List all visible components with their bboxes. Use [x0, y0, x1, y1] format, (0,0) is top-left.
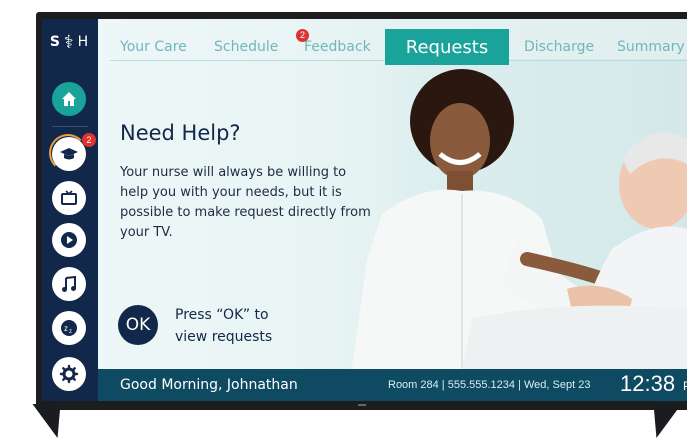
sidebar-item-sleep[interactable]: z z: [52, 311, 86, 345]
sidebar-item-music[interactable]: [52, 267, 86, 301]
svg-text:z: z: [69, 329, 72, 335]
feedback-badge: 2: [296, 29, 309, 42]
clock-time: 12:38: [620, 371, 676, 396]
help-description: Your nurse will always be willing to hel…: [120, 165, 371, 240]
brand-logo: S ⚕ H: [42, 19, 98, 65]
ok-instruction: Press “OK” to view requests: [175, 307, 273, 345]
tab-discharge[interactable]: Discharge: [524, 39, 594, 55]
greeting-text: Good Morning, Johnathan: [120, 377, 298, 393]
sidebar-item-video[interactable]: [52, 223, 86, 257]
sidebar-divider: [52, 126, 88, 127]
tab-summary[interactable]: Summary: [617, 39, 685, 55]
sidebar-item-education[interactable]: 2: [49, 133, 96, 172]
tv-icon: [61, 190, 77, 205]
brand-letter-h: H: [77, 34, 91, 50]
clock-ampm: PM: [683, 379, 687, 393]
brand-letter-s: S: [49, 34, 62, 50]
top-navigation: Your Care Schedule Feedback 2 Requests D…: [98, 29, 687, 69]
tab-your-care[interactable]: Your Care: [120, 39, 187, 55]
sidebar-item-home[interactable]: [52, 82, 86, 116]
ok-button[interactable]: OK: [118, 305, 158, 345]
svg-text:z: z: [64, 324, 68, 333]
settings-icon: [59, 364, 79, 384]
home-icon: [62, 92, 76, 106]
caduceus-icon: ⚕: [63, 31, 76, 53]
tv-logo: [358, 404, 366, 406]
play-icon: [61, 232, 77, 248]
page-title: Need Help?: [120, 121, 241, 145]
education-badge: 2: [82, 133, 96, 147]
sidebar: S ⚕ H 2 z z: [42, 19, 98, 401]
tab-underline-left: [110, 60, 385, 61]
tab-underline-right: [509, 60, 687, 61]
sleep-icon: z z: [61, 320, 77, 336]
tab-schedule[interactable]: Schedule: [214, 39, 278, 55]
sidebar-item-tv[interactable]: [52, 181, 86, 215]
tab-feedback[interactable]: Feedback: [304, 39, 371, 55]
music-icon: [62, 275, 76, 292]
sidebar-item-settings[interactable]: [52, 357, 86, 391]
tab-requests[interactable]: Requests: [385, 29, 509, 65]
status-bar: Good Morning, Johnathan Room 284 | 555.5…: [98, 369, 687, 401]
room-info: Room 284 | 555.555.1234 | Wed, Sept 23: [388, 379, 591, 391]
tv-screen: S ⚕ H 2 z z Your Care Schedule Feedback …: [42, 19, 687, 401]
